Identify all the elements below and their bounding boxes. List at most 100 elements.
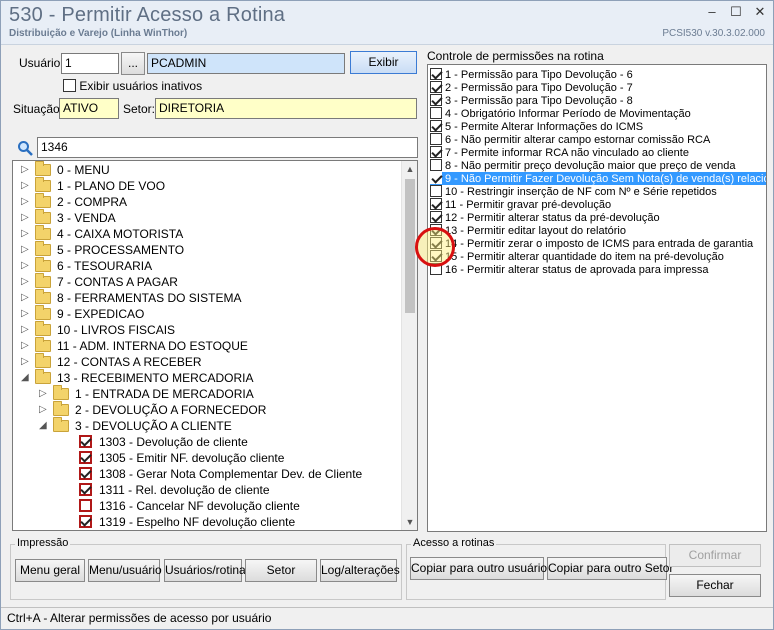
expand-right-icon[interactable]: ▷ xyxy=(21,242,31,258)
tree-node[interactable]: ▷ 4 - CAIXA MOTORISTA xyxy=(13,225,401,242)
tree-node[interactable]: ▷ 8 - FERRAMENTAS DO SISTEMA xyxy=(13,289,401,306)
permission-label: 9 - Não Permitir Fazer Devolução Sem Not… xyxy=(445,173,766,185)
permissions-list[interactable]: 1 - Permissão para Tipo Devolução - 62 -… xyxy=(427,64,767,532)
show-button[interactable]: Exibir xyxy=(350,51,417,74)
print-users-routine-button[interactable]: Usuários/rotina xyxy=(164,559,246,582)
tree-node[interactable]: ▷ 9 - EXPEDICAO xyxy=(13,305,401,322)
routine-checkbox[interactable] xyxy=(79,515,92,528)
show-inactive-users[interactable]: Exibir usuários inativos xyxy=(63,79,202,93)
expand-right-icon[interactable]: ▷ xyxy=(21,338,31,354)
permission-checkbox[interactable] xyxy=(430,172,442,184)
print-sector-button[interactable]: Setor xyxy=(245,559,317,582)
tree-node[interactable]: ◢ 13 - RECEBIMENTO MERCADORIA xyxy=(13,369,401,386)
scroll-down-icon[interactable]: ▼ xyxy=(402,514,417,530)
permission-item[interactable]: 16 - Permitir alterar status de aprovada… xyxy=(430,263,766,276)
tree-scrollbar[interactable]: ▲ ▼ xyxy=(401,161,417,530)
tree-node[interactable]: 1311 - Rel. devolução de cliente xyxy=(13,482,401,498)
expand-right-icon[interactable]: ▷ xyxy=(21,226,31,242)
user-id-input[interactable]: 1 xyxy=(61,53,119,74)
tree-node[interactable]: ▷ 11 - ADM. INTERNA DO ESTOQUE xyxy=(13,337,401,354)
permission-checkbox[interactable] xyxy=(430,68,442,80)
permission-item[interactable]: 10 - Restringir inserção de NF com Nº e … xyxy=(430,185,766,198)
permission-item[interactable]: 7 - Permite informar RCA não vinculado a… xyxy=(430,146,766,159)
expand-down-icon[interactable]: ◢ xyxy=(21,370,31,386)
routine-checkbox[interactable] xyxy=(79,451,92,464)
copy-to-sector-button[interactable]: Copiar para outro Setor xyxy=(547,557,673,580)
expand-right-icon[interactable]: ▷ xyxy=(21,210,31,226)
close-button[interactable]: Fechar xyxy=(669,574,761,597)
permission-item[interactable]: 11 - Permitir gravar pré-devolução xyxy=(430,198,766,211)
permission-checkbox[interactable] xyxy=(430,107,442,119)
scroll-up-icon[interactable]: ▲ xyxy=(402,161,417,177)
permission-checkbox[interactable] xyxy=(430,81,442,93)
show-inactive-checkbox[interactable] xyxy=(63,79,76,92)
permission-item[interactable]: 4 - Obrigatório Informar Período de Movi… xyxy=(430,107,766,120)
permission-item[interactable]: 8 - Não permitir preço devolução maior q… xyxy=(430,159,766,172)
tree-node[interactable]: 1303 - Devolução de cliente xyxy=(13,434,401,450)
tree-node[interactable]: ▷ 1 - PLANO DE VOO xyxy=(13,177,401,194)
tree-node[interactable]: ▷ 5 - PROCESSAMENTO xyxy=(13,241,401,258)
tree-node[interactable]: ▷ 1 - ENTRADA DE MERCADORIA xyxy=(13,385,401,402)
permission-checkbox[interactable] xyxy=(430,146,442,158)
routine-checkbox[interactable] xyxy=(79,483,92,496)
minimize-button[interactable]: – xyxy=(701,3,723,21)
tree-node[interactable]: ▷ 0 - MENU xyxy=(13,161,401,178)
expand-right-icon[interactable]: ▷ xyxy=(21,194,31,210)
permission-checkbox[interactable] xyxy=(430,211,442,223)
scroll-thumb[interactable] xyxy=(405,179,415,313)
expand-right-icon[interactable]: ▷ xyxy=(39,386,49,402)
tree-node[interactable]: ▷ 2 - COMPRA xyxy=(13,193,401,210)
tree-node[interactable]: ▷ 3 - VENDA xyxy=(13,209,401,226)
tree-node[interactable]: 1316 - Cancelar NF devolução cliente xyxy=(13,498,401,514)
expand-right-icon[interactable]: ▷ xyxy=(21,274,31,290)
permission-checkbox[interactable] xyxy=(430,94,442,106)
expand-right-icon[interactable]: ▷ xyxy=(21,258,31,274)
print-user-menu-button[interactable]: Menu/usuário xyxy=(88,559,162,582)
copy-to-user-button[interactable]: Copiar para outro usuário xyxy=(410,557,547,580)
tree-node[interactable]: ▷ 12 - CONTAS A RECEBER xyxy=(13,353,401,370)
permission-item[interactable]: 9 - Não Permitir Fazer Devolução Sem Not… xyxy=(430,172,766,185)
permission-item[interactable]: 5 - Permite Alterar Informações do ICMS xyxy=(430,120,766,133)
permission-checkbox[interactable] xyxy=(430,198,442,210)
expand-right-icon[interactable]: ▷ xyxy=(21,290,31,306)
routine-checkbox[interactable] xyxy=(79,467,92,480)
expand-right-icon[interactable]: ▷ xyxy=(21,354,31,370)
tree-node[interactable]: ▷ 2 - DEVOLUÇÃO A FORNECEDOR xyxy=(13,401,401,418)
expand-down-icon[interactable]: ◢ xyxy=(39,418,49,434)
routine-search-input[interactable]: 1346 xyxy=(37,137,418,158)
permission-checkbox[interactable] xyxy=(430,120,442,132)
permission-item[interactable]: 15 - Permitir alterar quantidade do item… xyxy=(430,250,766,263)
expand-right-icon[interactable]: ▷ xyxy=(39,402,49,418)
permission-item[interactable]: 2 - Permissão para Tipo Devolução - 7 xyxy=(430,81,766,94)
tree-node-label: 13 - RECEBIMENTO MERCADORIA xyxy=(57,371,254,385)
maximize-button[interactable]: ☐ xyxy=(725,3,747,21)
routine-checkbox[interactable] xyxy=(79,435,92,448)
permission-item[interactable]: 6 - Não permitir alterar campo estornar … xyxy=(430,133,766,146)
permission-item[interactable]: 13 - Permitir editar layout do relatório xyxy=(430,224,766,237)
expand-right-icon[interactable]: ▷ xyxy=(21,162,31,178)
routine-tree[interactable]: ▷ 0 - MENU ▷ 1 - PLANO DE VOO ▷ 2 - COMPRA ▷ 3 … xyxy=(12,160,418,531)
permission-item[interactable]: 12 - Permitir alterar status da pré-devo… xyxy=(430,211,766,224)
permission-checkbox[interactable] xyxy=(430,185,442,197)
routine-checkbox[interactable] xyxy=(79,499,92,512)
tree-node[interactable]: ▷ 7 - CONTAS A PAGAR xyxy=(13,273,401,290)
close-window-button[interactable]: ✕ xyxy=(749,3,771,21)
tree-node[interactable]: 1308 - Gerar Nota Complementar Dev. de C… xyxy=(13,466,401,482)
permission-item[interactable]: 1 - Permissão para Tipo Devolução - 6 xyxy=(430,68,766,81)
expand-right-icon[interactable]: ▷ xyxy=(21,306,31,322)
tree-node[interactable]: ◢ 3 - DEVOLUÇÃO A CLIENTE xyxy=(13,417,401,434)
expand-right-icon[interactable]: ▷ xyxy=(21,178,31,194)
permission-item[interactable]: 14 - Permitir zerar o imposto de ICMS pa… xyxy=(430,237,766,250)
user-lookup-button[interactable]: ... xyxy=(121,52,145,75)
permission-item[interactable]: 3 - Permissão para Tipo Devolução - 8 xyxy=(430,94,766,107)
confirm-button[interactable]: Confirmar xyxy=(669,544,761,567)
tree-node[interactable]: ▷ 6 - TESOURARIA xyxy=(13,257,401,274)
print-log-button[interactable]: Log/alterações xyxy=(320,559,400,582)
permission-checkbox[interactable] xyxy=(430,133,442,145)
permission-checkbox[interactable] xyxy=(430,159,442,171)
tree-node[interactable]: 1319 - Espelho NF devolução cliente xyxy=(13,514,401,530)
expand-right-icon[interactable]: ▷ xyxy=(21,322,31,338)
print-general-menu-button[interactable]: Menu geral xyxy=(15,559,85,582)
tree-node[interactable]: ▷ 10 - LIVROS FISCAIS xyxy=(13,321,401,338)
tree-node[interactable]: 1305 - Emitir NF. devolução cliente xyxy=(13,450,401,466)
